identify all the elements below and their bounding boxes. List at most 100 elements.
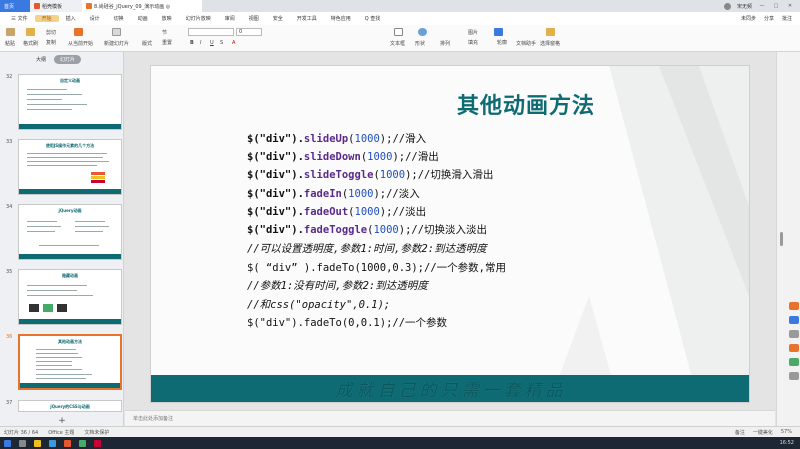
arrange-button[interactable]: 排列: [440, 40, 450, 47]
play-icon[interactable]: [74, 28, 83, 36]
paste-button[interactable]: 粘贴: [5, 40, 15, 47]
user-name: 宋无频: [736, 3, 752, 10]
tab-slides[interactable]: 幻灯片: [54, 54, 82, 64]
cut-button[interactable]: 剪切: [46, 29, 56, 36]
new-slide-icon[interactable]: [112, 28, 121, 36]
reset-button[interactable]: 重置: [162, 39, 172, 46]
protection-status[interactable]: 文档未保护: [84, 429, 109, 436]
outline-button[interactable]: 轮廓: [497, 39, 507, 46]
code-number: 1000: [367, 151, 393, 164]
fill-button[interactable]: 填充: [468, 39, 478, 46]
code-selector: $("div").: [247, 205, 304, 218]
comment-button[interactable]: 批注: [782, 15, 792, 22]
code-selector: $("div").: [247, 223, 304, 236]
font-size-select[interactable]: 0: [236, 28, 262, 36]
side-tool-icon[interactable]: [789, 372, 799, 380]
shape-icon[interactable]: [418, 28, 427, 36]
side-tool-icon[interactable]: [789, 358, 799, 366]
menu-search[interactable]: Q 查找: [358, 15, 388, 22]
layout-button[interactable]: 版式: [142, 40, 152, 47]
search-icon[interactable]: [19, 439, 26, 447]
tab-home[interactable]: 首页: [0, 0, 30, 12]
new-slide-button[interactable]: 新建幻灯片: [104, 40, 129, 47]
app-icon[interactable]: [94, 439, 101, 447]
slide-thumbnail-selected[interactable]: 其他动画方法: [18, 334, 122, 390]
textbox-icon[interactable]: [394, 28, 403, 36]
thumbnail-title: jQuery的CSS与动画: [50, 404, 90, 409]
wps-taskbar-icon[interactable]: [64, 439, 71, 447]
format-painter-icon[interactable]: [26, 28, 35, 36]
section-button[interactable]: 节: [162, 29, 167, 36]
from-current-button[interactable]: 从当前开始: [68, 40, 93, 47]
font-color-icon[interactable]: A: [232, 40, 235, 46]
select-pane-button[interactable]: 选择窗格: [540, 40, 560, 47]
slide-thumbnail[interactable]: jQuery动画: [18, 204, 122, 260]
slide-thumbnail[interactable]: 隐藏动画: [18, 269, 122, 325]
menu-slide-show[interactable]: 幻灯片放映: [179, 15, 218, 22]
side-tool-icon[interactable]: [789, 302, 799, 310]
slide[interactable]: 其他动画方法 $("div").slideUp(1000);//滑入 $("di…: [150, 65, 750, 403]
menu-review[interactable]: 审阅: [218, 15, 242, 22]
code-line: $("div").fadeIn(1000);//淡入: [247, 185, 493, 203]
tab-template[interactable]: 稻壳模板: [30, 0, 82, 12]
menu-insert[interactable]: 插入: [59, 15, 83, 22]
menu-home[interactable]: 开始: [34, 15, 59, 22]
zoom-level[interactable]: 57%: [781, 429, 792, 436]
slide-counter: 幻灯片 36 / 64: [4, 429, 39, 436]
doc-assistant-button[interactable]: 文档助手: [516, 40, 536, 47]
minimize-icon[interactable]: —: [758, 3, 766, 9]
format-painter-button[interactable]: 格式刷: [23, 40, 38, 47]
underline-icon[interactable]: U: [210, 40, 214, 46]
menu-view[interactable]: 视图: [242, 15, 266, 22]
notes-toggle[interactable]: 备注: [735, 429, 745, 436]
side-tool-icon[interactable]: [789, 330, 799, 338]
code-method: slideToggle: [303, 169, 374, 182]
textbox-button[interactable]: 文本框: [390, 40, 405, 47]
tab-outline[interactable]: 大纲: [36, 56, 46, 63]
thumbnail-number: 34: [6, 204, 13, 210]
select-pane-icon[interactable]: [546, 28, 555, 36]
scrollbar-thumb[interactable]: [780, 232, 783, 246]
menu-transition[interactable]: 切换: [107, 15, 131, 22]
menu-bar: 三 文件 开始 插入 设计 切换 动画 放映 幻灯片放映 审阅 视图 安全 开发…: [0, 12, 800, 25]
menu-file[interactable]: 三 文件: [4, 15, 35, 22]
shape-button[interactable]: 形状: [415, 40, 425, 47]
add-slide-button[interactable]: +: [0, 416, 124, 426]
share-button[interactable]: 分享: [764, 15, 774, 22]
font-family-select[interactable]: [188, 28, 234, 36]
thumbnail-color-block: [91, 180, 105, 183]
maximize-icon[interactable]: □: [772, 3, 780, 9]
system-clock: 16:52: [779, 440, 794, 446]
slide-footer-bar: 成就自己的只需一套精品: [151, 375, 749, 402]
start-icon[interactable]: [4, 439, 11, 447]
folder-icon[interactable]: [34, 439, 41, 447]
picture-button[interactable]: 图片: [468, 29, 478, 36]
beautify-button[interactable]: 一键美化: [753, 429, 773, 436]
italic-icon[interactable]: I: [200, 40, 201, 46]
menu-security[interactable]: 安全: [266, 15, 290, 22]
tab-document[interactable]: 8.尚硅谷_jQuery_09_演示动画 ◎: [82, 0, 202, 12]
copy-button[interactable]: 复制: [46, 39, 56, 46]
bold-icon[interactable]: B: [190, 40, 194, 46]
slide-thumbnail[interactable]: jQuery的CSS与动画: [18, 400, 122, 412]
close-icon[interactable]: ✕: [786, 3, 794, 9]
menu-features[interactable]: 特色应用: [324, 15, 358, 22]
thumbnail-line: [36, 357, 82, 358]
sync-status[interactable]: 未同步: [741, 15, 756, 22]
menu-design[interactable]: 设计: [83, 15, 107, 22]
slide-thumbnail[interactable]: 自定义动画: [18, 74, 122, 130]
slide-thumbnail[interactable]: 使用JS操作元素的几个方法: [18, 139, 122, 195]
side-tool-icon[interactable]: [789, 316, 799, 324]
user-avatar[interactable]: [723, 2, 731, 10]
doc-assistant-icon[interactable]: [494, 28, 503, 36]
paste-icon[interactable]: [6, 28, 15, 36]
menu-devtools[interactable]: 开发工具: [290, 15, 324, 22]
notes-pane[interactable]: 单击此处添加备注: [125, 410, 775, 426]
menu-slideshow[interactable]: 放映: [155, 15, 179, 22]
vertical-scrollbar[interactable]: [776, 52, 800, 426]
side-tool-icon[interactable]: [789, 344, 799, 352]
strikethrough-icon[interactable]: S: [220, 40, 223, 46]
app-icon[interactable]: [79, 439, 86, 447]
browser-icon[interactable]: [49, 439, 56, 447]
menu-animation[interactable]: 动画: [131, 15, 155, 22]
